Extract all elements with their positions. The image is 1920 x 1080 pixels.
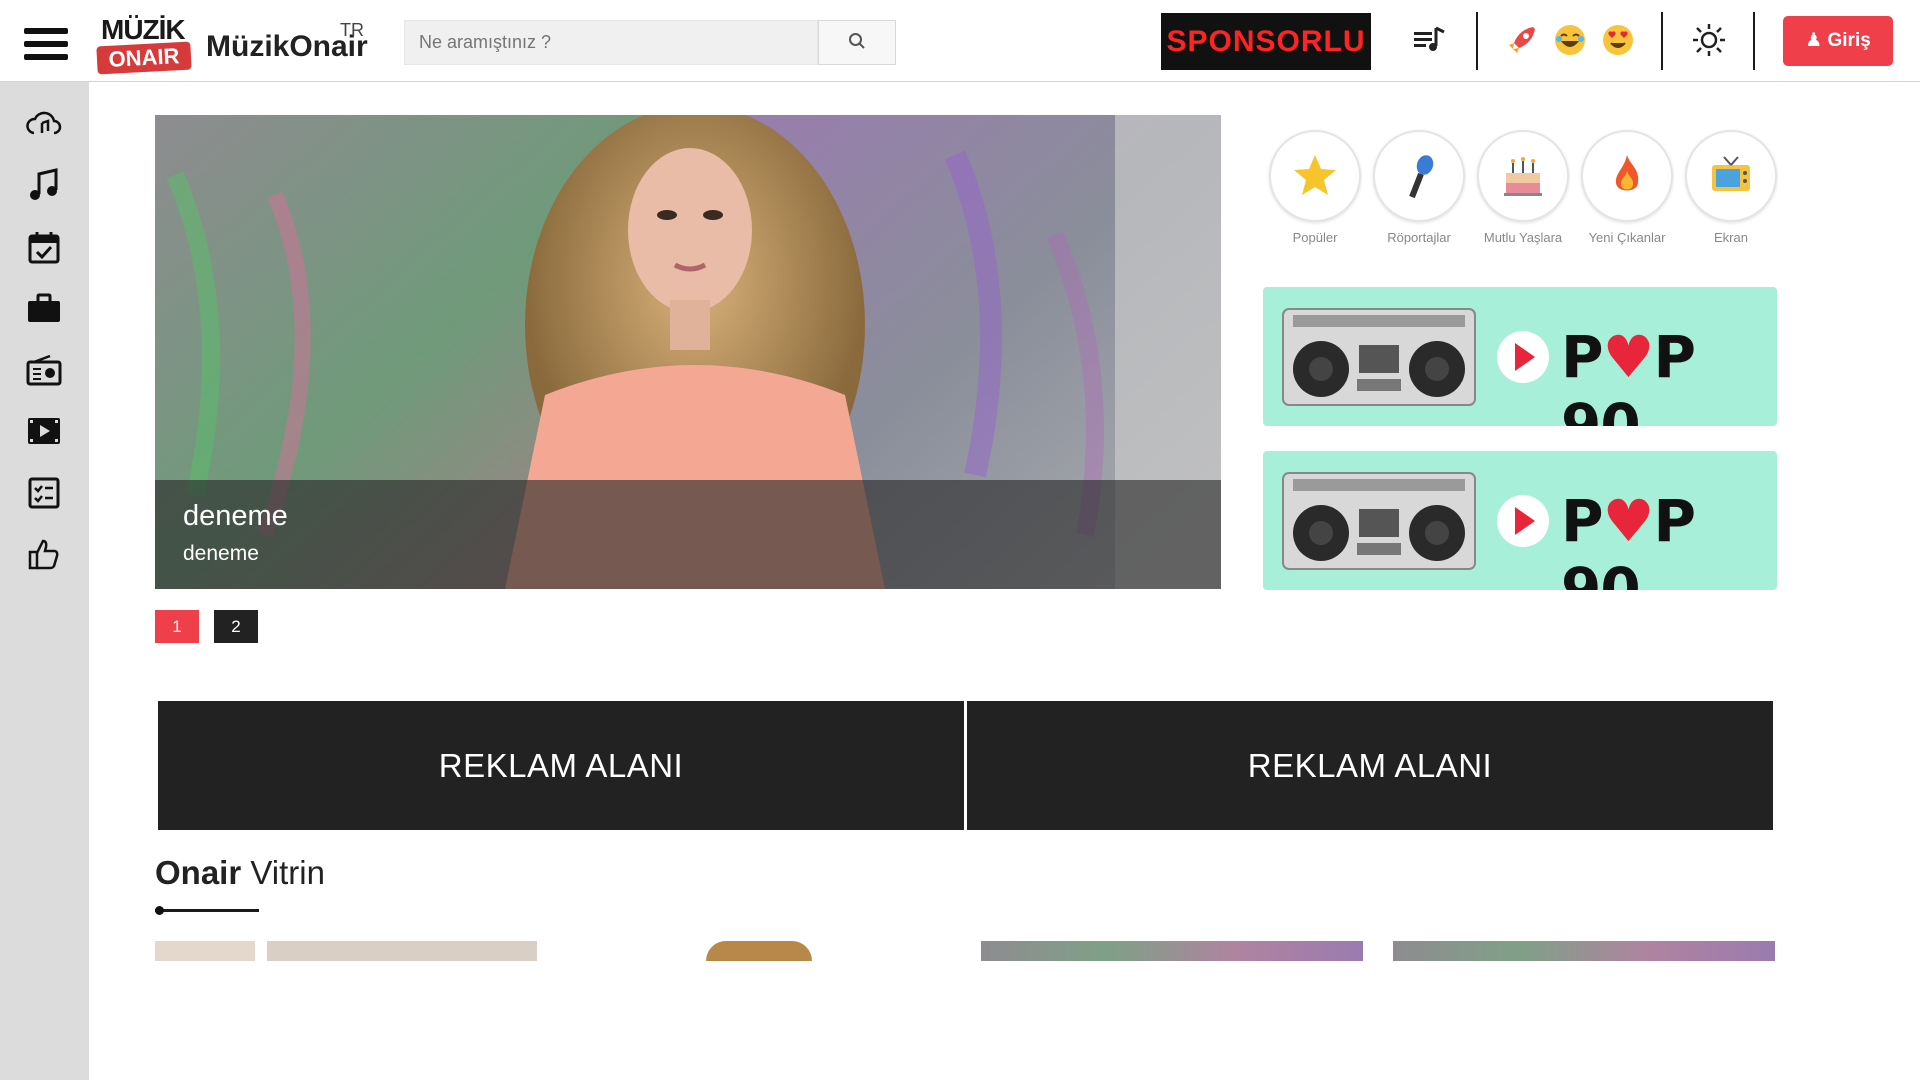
category-label: Röportajlar (1387, 230, 1451, 245)
search-input[interactable] (404, 20, 818, 65)
menu-icon[interactable] (24, 28, 68, 60)
ad-area-left[interactable]: REKLAM ALANI (158, 701, 964, 830)
slider-title[interactable]: deneme (183, 500, 288, 533)
vitrin-thumbnail[interactable] (1393, 941, 1775, 961)
banner-title: P♥P 90 (1561, 487, 1696, 590)
slider-subtitle: deneme (183, 542, 259, 565)
cloud-music-icon[interactable] (22, 102, 66, 146)
slider-page-1[interactable]: 1 (155, 610, 199, 643)
rocket-icon[interactable] (1500, 18, 1544, 62)
star-icon (1294, 155, 1336, 195)
search-button[interactable] (818, 20, 896, 65)
login-button[interactable]: ♟ Giriş (1783, 16, 1893, 66)
category-screen[interactable]: Ekran (1685, 130, 1777, 245)
laughing-emoji-icon[interactable] (1548, 18, 1592, 62)
category-label: Popüler (1292, 230, 1338, 245)
category-label: Ekran (1714, 230, 1748, 245)
thumbs-up-icon[interactable] (22, 532, 66, 576)
hero-slider[interactable]: deneme deneme (155, 115, 1221, 589)
category-label: Yeni Çıkanlar (1588, 230, 1666, 245)
left-sidebar (0, 82, 89, 1080)
slider-page-2[interactable]: 2 (214, 610, 258, 643)
header-divider (1753, 12, 1755, 70)
heart-eyes-emoji-icon[interactable] (1596, 18, 1640, 62)
header-divider (1476, 12, 1478, 70)
tv-icon (1712, 156, 1750, 191)
category-popular[interactable]: Popüler (1269, 130, 1361, 245)
category-new-releases[interactable]: Yeni Çıkanlar (1581, 130, 1673, 245)
video-film-icon[interactable] (22, 409, 66, 453)
category-circle (1373, 130, 1465, 222)
theme-toggle-sun-icon[interactable] (1687, 18, 1731, 62)
cake-icon (1504, 157, 1542, 196)
site-logo[interactable]: MÜZİK ONAIR (96, 14, 192, 76)
category-circle (1477, 130, 1569, 222)
sponsored-button[interactable]: SPONSORLU (1161, 13, 1371, 70)
category-circle (1685, 130, 1777, 222)
microphone-icon (1409, 155, 1434, 199)
vitrin-thumbnail[interactable] (155, 941, 537, 961)
login-label: Giriş (1827, 30, 1871, 51)
fire-icon (1615, 155, 1639, 191)
category-circle (1581, 130, 1673, 222)
section-title-dot (155, 906, 164, 915)
vitrin-thumbnail[interactable] (981, 941, 1363, 961)
radio-icon[interactable] (22, 348, 66, 392)
search-icon (849, 33, 865, 49)
playlist-icon[interactable] (1408, 18, 1452, 62)
checklist-icon[interactable] (22, 471, 66, 515)
search-box (404, 20, 896, 65)
brand-country: TR (340, 20, 364, 40)
pop90-banner[interactable]: P♥P 90 (1263, 287, 1777, 426)
logo-text-top: MÜZİK (101, 14, 186, 45)
top-header: MÜZİK ONAIR MüzikOnair TR SPONSORLU ♟ Gi… (0, 0, 1920, 82)
category-label: Mutlu Yaşlara (1483, 230, 1563, 245)
section-title-underline (155, 909, 259, 912)
slider-caption: deneme deneme (155, 480, 1221, 589)
user-icon: ♟ (1805, 30, 1823, 51)
ad-area-right[interactable]: REKLAM ALANI (967, 701, 1773, 830)
header-divider (1661, 12, 1663, 70)
vitrin-thumbnail[interactable] (706, 941, 812, 961)
category-birthdays[interactable]: Mutlu Yaşlara (1477, 130, 1569, 245)
category-circle (1269, 130, 1361, 222)
music-note-icon[interactable] (22, 163, 66, 207)
pop90-banner[interactable]: P♥P 90 (1263, 451, 1777, 590)
banner-title: P♥P 90 (1561, 323, 1696, 426)
calendar-check-icon[interactable] (22, 225, 66, 269)
briefcase-icon[interactable] (22, 286, 66, 330)
category-interviews[interactable]: Röportajlar (1373, 130, 1465, 245)
section-title-vitrin: Onair Vitrin (155, 854, 325, 891)
logo-text-bottom: ONAIR (96, 41, 192, 75)
